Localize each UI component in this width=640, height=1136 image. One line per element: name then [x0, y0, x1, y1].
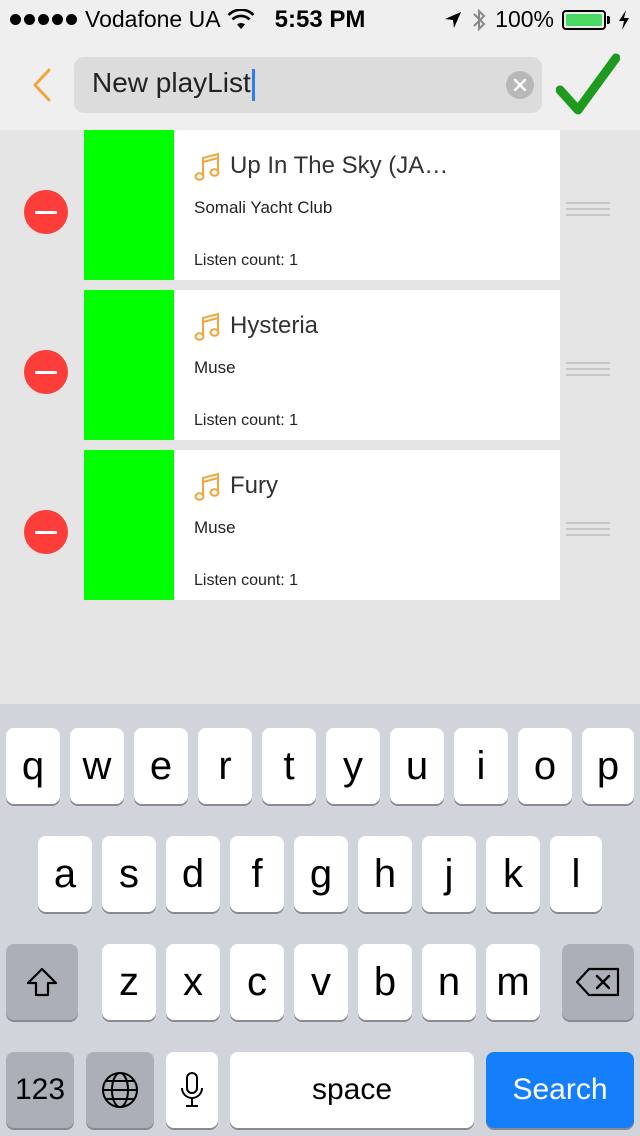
numbers-key[interactable]: 123: [6, 1052, 74, 1128]
music-note-icon: [194, 472, 220, 501]
key-y[interactable]: y: [326, 728, 380, 804]
chevron-left-icon: [33, 68, 51, 102]
reorder-handle-icon[interactable]: [566, 522, 610, 538]
key-e[interactable]: e: [134, 728, 188, 804]
key-s[interactable]: s: [102, 836, 156, 912]
track-card[interactable]: Up In The Sky (JA… Somali Yacht Club Lis…: [84, 130, 560, 280]
key-j[interactable]: j: [422, 836, 476, 912]
globe-icon: [102, 1072, 138, 1108]
location-arrow-icon: [445, 11, 462, 28]
reorder-handle-icon[interactable]: [566, 202, 610, 218]
key-k[interactable]: k: [486, 836, 540, 912]
key-f[interactable]: f: [230, 836, 284, 912]
carrier-name: Vodafone UA: [85, 6, 221, 32]
wifi-icon: [227, 8, 254, 29]
keyboard: q w e r t y u i o p a s d f g h j k l z …: [0, 704, 640, 1136]
track-card[interactable]: Fury Muse Listen count: 1: [84, 450, 560, 600]
signal-strength-icon: [10, 14, 77, 25]
track-artwork: [84, 450, 174, 600]
key-d[interactable]: d: [166, 836, 220, 912]
playlist-name-field[interactable]: New playList: [74, 57, 542, 113]
key-r[interactable]: r: [198, 728, 252, 804]
charging-icon: [619, 9, 629, 30]
music-note-icon: [194, 312, 220, 341]
track-row: Hysteria Muse Listen count: 1: [0, 290, 640, 440]
clear-button[interactable]: [506, 71, 534, 99]
bluetooth-icon: [473, 8, 486, 31]
status-left: Vodafone UA: [10, 6, 255, 33]
key-b[interactable]: b: [358, 944, 412, 1020]
key-l[interactable]: l: [550, 836, 602, 912]
track-artist: Muse: [194, 358, 236, 377]
playlist-name-input[interactable]: New playList: [92, 67, 255, 101]
confirm-button[interactable]: [556, 52, 620, 118]
battery-icon: [562, 9, 610, 30]
key-p[interactable]: p: [582, 728, 634, 804]
playlist-name-text: New playList: [92, 67, 251, 98]
key-g[interactable]: g: [294, 836, 348, 912]
back-button[interactable]: [22, 62, 62, 108]
key-z[interactable]: z: [102, 944, 156, 1020]
track-card[interactable]: Hysteria Muse Listen count: 1: [84, 290, 560, 440]
battery-fill: [566, 13, 602, 26]
minus-icon: [35, 370, 57, 374]
battery-percent: 100%: [495, 6, 554, 32]
key-m[interactable]: m: [486, 944, 540, 1020]
key-v[interactable]: v: [294, 944, 348, 1020]
delete-track-button[interactable]: [24, 510, 68, 554]
minus-icon: [35, 210, 57, 214]
track-artwork: [84, 130, 174, 280]
shift-icon: [26, 967, 58, 997]
key-t[interactable]: t: [262, 728, 316, 804]
key-w[interactable]: w: [70, 728, 124, 804]
text-cursor: [251, 68, 255, 101]
status-right: 100%: [443, 6, 630, 33]
key-n[interactable]: n: [422, 944, 476, 1020]
track-title: Hysteria: [230, 312, 319, 339]
key-c[interactable]: c: [230, 944, 284, 1020]
shift-key[interactable]: [6, 944, 78, 1020]
track-artist: Somali Yacht Club: [194, 198, 333, 217]
key-h[interactable]: h: [358, 836, 412, 912]
search-key[interactable]: Search: [486, 1052, 634, 1128]
microphone-icon: [181, 1072, 203, 1107]
listen-count: Listen count: 1: [194, 572, 299, 589]
delete-track-button[interactable]: [24, 190, 68, 234]
status-bar: Vodafone UA 5:53 PM 100%: [0, 0, 640, 40]
backspace-key[interactable]: [562, 944, 634, 1020]
track-title: Fury: [230, 472, 278, 499]
listen-count: Listen count: 1: [194, 412, 299, 429]
key-o[interactable]: o: [518, 728, 572, 804]
key-i[interactable]: i: [454, 728, 508, 804]
backspace-icon: [575, 967, 620, 997]
reorder-handle-icon[interactable]: [566, 362, 610, 378]
music-note-icon: [194, 152, 220, 181]
track-artwork: [84, 290, 174, 440]
header: New playList: [0, 40, 640, 130]
key-u[interactable]: u: [390, 728, 444, 804]
globe-key[interactable]: [86, 1052, 154, 1128]
minus-icon: [35, 530, 57, 534]
space-key[interactable]: space: [230, 1052, 474, 1128]
clear-icon: [513, 78, 527, 92]
key-x[interactable]: x: [166, 944, 220, 1020]
key-q[interactable]: q: [6, 728, 60, 804]
track-row: Up In The Sky (JA… Somali Yacht Club Lis…: [0, 130, 640, 280]
track-artist: Muse: [194, 518, 236, 537]
key-a[interactable]: a: [38, 836, 92, 912]
listen-count: Listen count: 1: [194, 252, 299, 269]
checkmark-icon: [556, 53, 620, 115]
dictation-key[interactable]: [166, 1052, 218, 1128]
track-row: Fury Muse Listen count: 1: [0, 450, 640, 600]
track-title: Up In The Sky (JA…: [230, 152, 449, 179]
delete-track-button[interactable]: [24, 350, 68, 394]
